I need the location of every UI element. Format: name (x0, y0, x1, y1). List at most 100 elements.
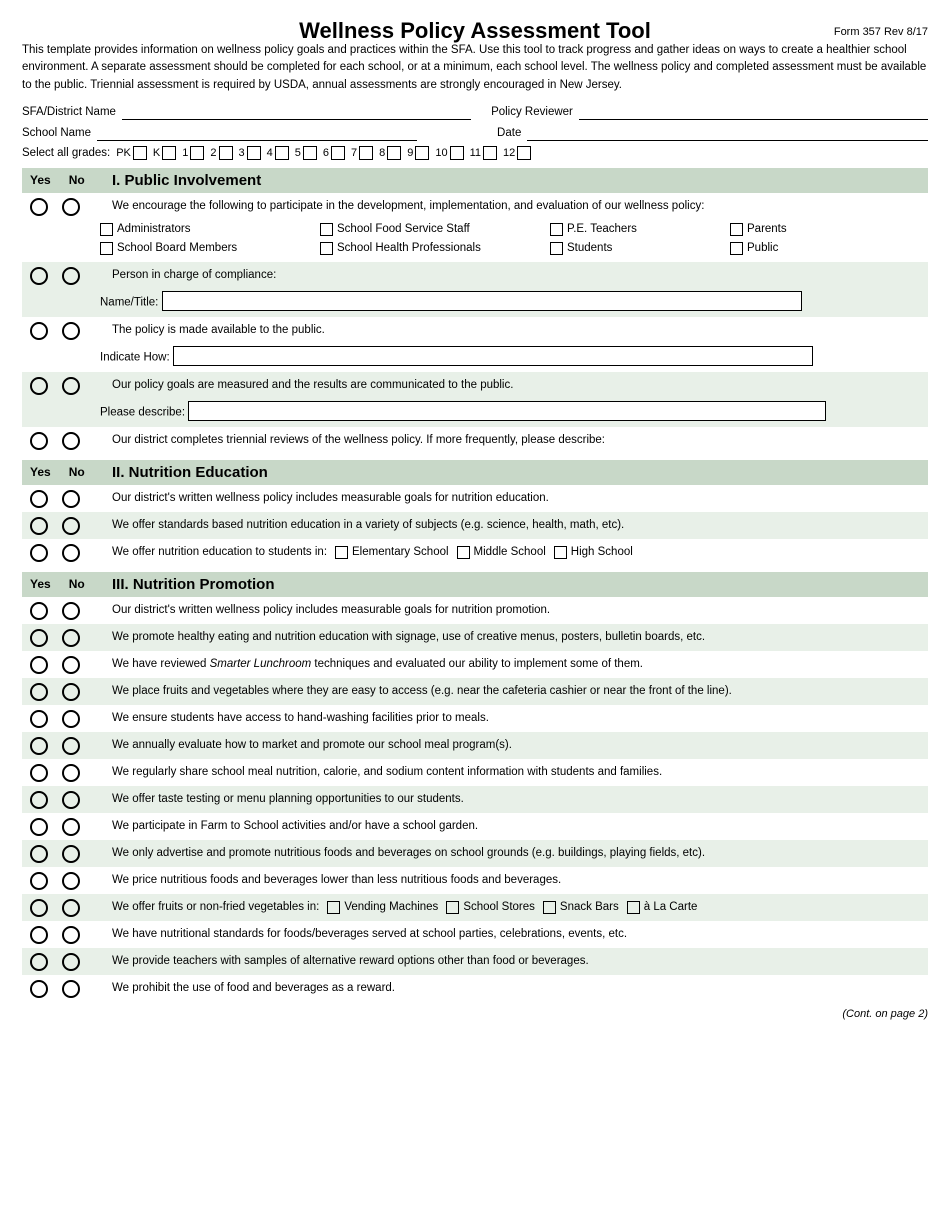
s3r14-yes-radio[interactable] (30, 953, 48, 971)
check-administrators[interactable]: Administrators (100, 223, 320, 236)
s3r11-yes-radio[interactable] (30, 872, 48, 890)
name-title-label: Name/Title: (100, 296, 158, 308)
grade-9[interactable]: 9 (407, 146, 431, 160)
indicate-how-input[interactable] (173, 346, 813, 366)
s2r1-yes-radio[interactable] (30, 490, 48, 508)
s2r2-yes-radio[interactable] (30, 517, 48, 535)
s1r2-no-radio[interactable] (62, 267, 80, 285)
s3r7-no-radio[interactable] (62, 764, 80, 782)
s3r3-no-radio[interactable] (62, 656, 80, 674)
s2r1-no-radio[interactable] (62, 490, 80, 508)
s3r9-no-radio[interactable] (62, 818, 80, 836)
check-elementary[interactable]: Elementary School (335, 544, 449, 561)
participation-checkboxes-row2: School Board Members School Health Profe… (22, 239, 928, 258)
s3r7-yes-radio[interactable] (30, 764, 48, 782)
s1r5-no-radio[interactable] (62, 432, 80, 450)
s3r4-no-radio[interactable] (62, 683, 80, 701)
check-public[interactable]: Public (730, 242, 778, 255)
school-name-input[interactable] (97, 125, 417, 141)
s1r5-text: Our district completes triennial reviews… (112, 431, 920, 449)
s1-row5: Our district completes triennial reviews… (22, 427, 928, 454)
s1-indicate-how-row: Indicate How: (22, 344, 928, 372)
s3r1-yes-radio[interactable] (30, 602, 48, 620)
s3r3-text: We have reviewed Smarter Lunchroom techn… (112, 655, 920, 673)
s3r8-yes-radio[interactable] (30, 791, 48, 809)
check-school-board[interactable]: School Board Members (100, 242, 320, 255)
s3r3-yes-radio[interactable] (30, 656, 48, 674)
s2r3-no-radio[interactable] (62, 544, 80, 562)
please-describe-input[interactable] (188, 401, 826, 421)
s3r5-yes-radio[interactable] (30, 710, 48, 728)
check-parents[interactable]: Parents (730, 223, 787, 236)
s2r2-text: We offer standards based nutrition educa… (112, 516, 920, 534)
s3r14-no-radio[interactable] (62, 953, 80, 971)
s3-row12: We offer fruits or non-fried vegetables … (22, 894, 928, 921)
grade-6[interactable]: 6 (323, 146, 347, 160)
check-school-food-service[interactable]: School Food Service Staff (320, 223, 550, 236)
policy-reviewer-input[interactable] (579, 104, 928, 120)
s3r9-text: We participate in Farm to School activit… (112, 817, 920, 835)
s1r1-no-radio[interactable] (62, 198, 80, 216)
s1r4-yes-radio[interactable] (30, 377, 48, 395)
s2r3-yes-radio[interactable] (30, 544, 48, 562)
check-school-stores[interactable]: School Stores (446, 899, 535, 916)
check-snack-bars[interactable]: Snack Bars (543, 899, 619, 916)
sfa-input[interactable] (122, 104, 471, 120)
grade-k[interactable]: K (153, 146, 178, 160)
s3r5-no-radio[interactable] (62, 710, 80, 728)
check-health-professionals[interactable]: School Health Professionals (320, 242, 550, 255)
s3r15-yes-radio[interactable] (30, 980, 48, 998)
grade-pk[interactable]: PK (116, 146, 149, 160)
s3r15-text: We prohibit the use of food and beverage… (112, 979, 920, 997)
s3r5-text: We ensure students have access to hand-w… (112, 709, 920, 727)
s3r6-yes-radio[interactable] (30, 737, 48, 755)
s2r2-no-radio[interactable] (62, 517, 80, 535)
s3r2-yes-radio[interactable] (30, 629, 48, 647)
grade-3[interactable]: 3 (239, 146, 263, 160)
s1r4-no-radio[interactable] (62, 377, 80, 395)
s3r10-yes-radio[interactable] (30, 845, 48, 863)
s1r3-yes-radio[interactable] (30, 322, 48, 340)
s1r2-yes-radio[interactable] (30, 267, 48, 285)
s3r1-no-radio[interactable] (62, 602, 80, 620)
grade-4[interactable]: 4 (267, 146, 291, 160)
s3r8-no-radio[interactable] (62, 791, 80, 809)
s3r15-no-radio[interactable] (62, 980, 80, 998)
s1r1-yes-radio[interactable] (30, 198, 48, 216)
grade-10[interactable]: 10 (435, 146, 465, 160)
check-middle[interactable]: Middle School (457, 544, 546, 561)
s3-row2: We promote healthy eating and nutrition … (22, 624, 928, 651)
grade-8[interactable]: 8 (379, 146, 403, 160)
policy-reviewer-label: Policy Reviewer (491, 106, 573, 118)
grade-5[interactable]: 5 (295, 146, 319, 160)
check-pe-teachers[interactable]: P.E. Teachers (550, 223, 730, 236)
grade-11[interactable]: 11 (470, 146, 499, 160)
s3r4-yes-radio[interactable] (30, 683, 48, 701)
check-a-la-carte[interactable]: à La Carte (627, 899, 698, 916)
s3-row5: We ensure students have access to hand-w… (22, 705, 928, 732)
check-high[interactable]: High School (554, 544, 633, 561)
s3r12-no-radio[interactable] (62, 899, 80, 917)
grade-12[interactable]: 12 (503, 146, 533, 160)
s3r12-yes-radio[interactable] (30, 899, 48, 917)
s3r9-yes-radio[interactable] (30, 818, 48, 836)
s3r11-no-radio[interactable] (62, 872, 80, 890)
s3r13-no-radio[interactable] (62, 926, 80, 944)
s3r14-text: We provide teachers with samples of alte… (112, 952, 920, 970)
name-title-input[interactable] (162, 291, 802, 311)
section1-header: Yes No I. Public Involvement (22, 168, 928, 193)
check-vending-machines[interactable]: Vending Machines (327, 899, 438, 916)
s1r5-yes-radio[interactable] (30, 432, 48, 450)
grade-1[interactable]: 1 (182, 146, 206, 160)
s2-row3: We offer nutrition education to students… (22, 539, 928, 566)
s3r10-no-radio[interactable] (62, 845, 80, 863)
s3r13-yes-radio[interactable] (30, 926, 48, 944)
grade-2[interactable]: 2 (210, 146, 234, 160)
grade-7[interactable]: 7 (351, 146, 375, 160)
s3r2-no-radio[interactable] (62, 629, 80, 647)
date-input[interactable] (527, 125, 928, 141)
s1r3-no-radio[interactable] (62, 322, 80, 340)
check-students[interactable]: Students (550, 242, 730, 255)
s3-row7: We regularly share school meal nutrition… (22, 759, 928, 786)
s3r6-no-radio[interactable] (62, 737, 80, 755)
